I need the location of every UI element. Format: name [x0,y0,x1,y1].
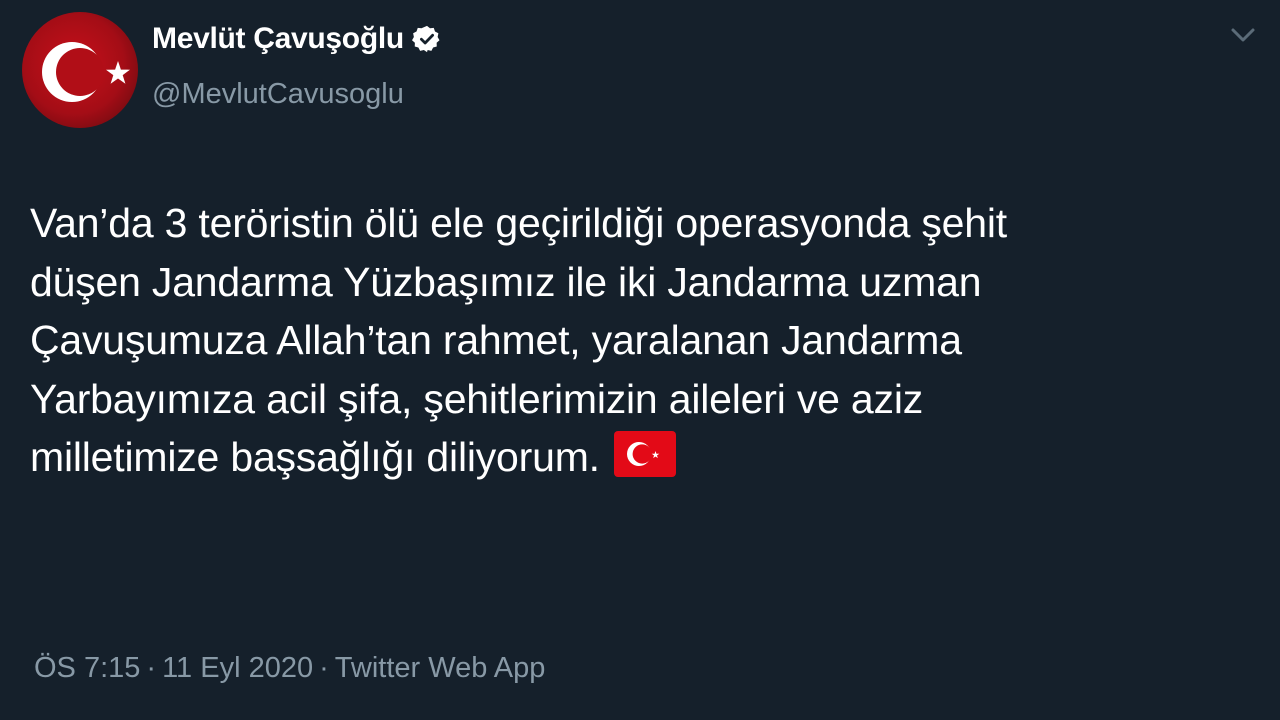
turkish-flag-emoji-icon [613,431,676,477]
tweet-text: Van’da 3 teröristin ölü ele geçirildiği … [30,194,1250,487]
tweet-metadata: ÖS 7:15 · 11 Eyl 2020 · Twitter Web App [34,652,545,685]
profile-avatar[interactable] [22,12,138,128]
verified-badge-icon [411,24,442,54]
meta-separator: · [146,652,157,684]
tweet-line: düşen Jandarma Yüzbaşımız ile iki Jandar… [30,258,982,305]
tweet-source[interactable]: Twitter Web App [335,652,546,685]
tweet-line: Van’da 3 teröristin ölü ele geçirildiği … [30,200,1007,246]
more-options-chevron-icon[interactable] [1226,22,1260,48]
author-name-row[interactable]: Mevlüt Çavuşoğlu [152,22,442,56]
turkish-flag-avatar-icon [42,42,130,102]
tweet-line: Yarbayımıza acil şifa, şehitlerimizin ai… [30,375,924,422]
author-handle[interactable]: @MevlutCavusoglu [152,78,404,111]
tweet-line: Çavuşumuza Allah’tan rahmet, yaralanan J… [30,317,962,363]
meta-separator: · [319,652,329,684]
tweet-card: Mevlüt Çavuşoğlu @MevlutCavusoglu Van’da… [0,0,1280,720]
tweet-date[interactable]: 11 Eyl 2020 [162,652,313,685]
author-display-name[interactable]: Mevlüt Çavuşoğlu [152,22,404,56]
tweet-time[interactable]: ÖS 7:15 [34,652,140,685]
tweet-line: milletimize başsağlığı diliyorum. [30,434,600,480]
